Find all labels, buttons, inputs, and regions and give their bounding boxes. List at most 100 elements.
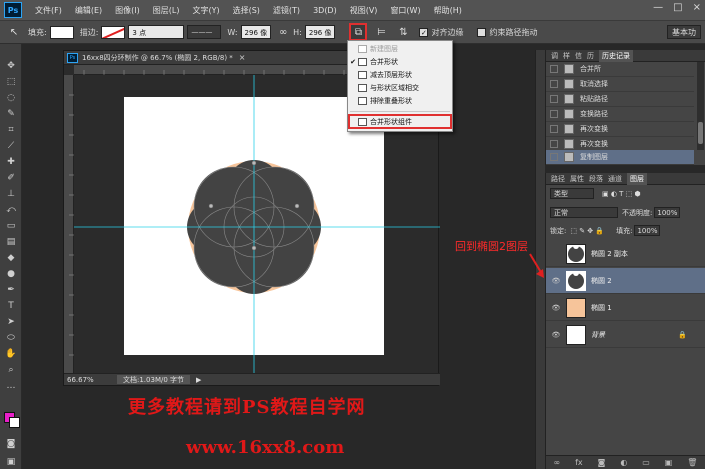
- constrain-path-checkbox[interactable]: [477, 27, 487, 37]
- minimize-button[interactable]: —: [653, 2, 663, 13]
- adjustment-layer-icon[interactable]: ◐: [620, 458, 627, 467]
- menu-item-new-layer[interactable]: 新建图层: [348, 43, 452, 55]
- menu-window[interactable]: 窗口(W): [390, 5, 420, 16]
- menu-help[interactable]: 帮助(H): [434, 5, 462, 16]
- fill-opacity-field[interactable]: 100%: [634, 225, 661, 236]
- marquee-tool-icon[interactable]: ⬚: [0, 74, 22, 90]
- menu-3d[interactable]: 3D(D): [313, 6, 337, 15]
- new-group-icon[interactable]: ▭: [642, 458, 650, 467]
- zoom-tool-icon[interactable]: ⌕: [0, 362, 22, 378]
- brush-tool-icon[interactable]: ✐: [0, 170, 22, 186]
- menu-select[interactable]: 选择(S): [233, 5, 260, 16]
- layer-row[interactable]: 椭圆 2 副本: [546, 241, 705, 267]
- hand-tool-icon[interactable]: ✋: [0, 346, 22, 362]
- layer-filter-select[interactable]: 类型: [550, 188, 594, 199]
- menu-item-subtract-front-shape[interactable]: 减去顶层形状: [348, 69, 452, 81]
- tab-styles[interactable]: 样: [563, 51, 570, 61]
- width-field[interactable]: 296 像: [240, 25, 272, 39]
- quick-mask-icon[interactable]: ◙: [0, 436, 22, 452]
- layer-name[interactable]: 椭圆 2: [591, 276, 612, 286]
- crop-tool-icon[interactable]: ⌗: [0, 122, 22, 138]
- eraser-tool-icon[interactable]: ▭: [0, 218, 22, 234]
- filter-icons[interactable]: ▣ ◐ T ⬚ ⬢: [602, 190, 641, 198]
- history-scrollbar[interactable]: [697, 62, 704, 150]
- menu-type[interactable]: 文字(Y): [192, 5, 219, 16]
- tab-paragraph[interactable]: 段落: [589, 174, 603, 184]
- clone-stamp-icon[interactable]: ⊥: [0, 186, 22, 202]
- lock-icons[interactable]: ⬚ ✎ ✥ 🔒: [570, 227, 604, 235]
- history-row[interactable]: 合并所: [546, 62, 694, 77]
- stroke-width-field[interactable]: 3 点: [128, 25, 185, 39]
- blend-mode-select[interactable]: 正常: [550, 207, 618, 218]
- trash-icon[interactable]: 🗑: [687, 458, 697, 467]
- quick-select-tool-icon[interactable]: ✎: [0, 106, 22, 122]
- stroke-swatch[interactable]: [101, 25, 126, 39]
- link-layers-icon[interactable]: ∞: [553, 458, 560, 467]
- history-row[interactable]: 粘贴路径: [546, 92, 694, 107]
- path-selection-tool-icon[interactable]: ➤: [0, 314, 22, 330]
- stroke-type-select[interactable]: ———: [187, 25, 222, 39]
- menu-item-intersect-shape-areas[interactable]: 与形状区域相交: [348, 82, 452, 94]
- healing-brush-icon[interactable]: ✚: [0, 154, 22, 170]
- tab-info[interactable]: 信: [575, 51, 582, 61]
- background-color-swatch[interactable]: [9, 417, 20, 428]
- menu-edit[interactable]: 编辑(E): [75, 5, 102, 16]
- ellipse-tool-icon[interactable]: ⬭: [0, 330, 22, 346]
- eye-icon[interactable]: 👁: [550, 331, 562, 339]
- eye-icon[interactable]: 👁: [550, 304, 562, 312]
- lasso-tool-icon[interactable]: ◌: [0, 90, 22, 106]
- tab-history-short[interactable]: 历: [587, 51, 594, 61]
- layer-row-selected[interactable]: 👁 椭圆 2: [546, 268, 705, 294]
- history-row-selected[interactable]: 复制图层: [546, 150, 694, 165]
- menu-item-combine-shapes[interactable]: ✔ 合并形状: [348, 56, 452, 68]
- align-edges-checkbox[interactable]: ✓: [419, 27, 429, 37]
- menu-file[interactable]: 文件(F): [35, 5, 62, 16]
- tab-properties[interactable]: 属性: [570, 174, 584, 184]
- tab-history[interactable]: 历史记录: [599, 49, 633, 62]
- path-select-tool-icon[interactable]: ↖: [6, 24, 22, 40]
- eyedropper-tool-icon[interactable]: ⟋: [0, 138, 22, 154]
- history-row[interactable]: 变换路径: [546, 107, 694, 122]
- history-row[interactable]: 再次变换: [546, 122, 694, 137]
- type-tool-icon[interactable]: T: [0, 298, 22, 314]
- history-row[interactable]: 取消选择: [546, 77, 694, 92]
- eye-icon[interactable]: 👁: [550, 277, 562, 285]
- maximize-button[interactable]: □: [673, 2, 682, 13]
- layer-row[interactable]: 👁 背景 🔒: [546, 322, 705, 348]
- status-menu-arrow-icon[interactable]: ▶: [196, 376, 201, 384]
- pen-tool-icon[interactable]: ✒: [0, 282, 22, 298]
- fill-swatch[interactable]: [49, 25, 74, 39]
- more-tools-icon[interactable]: …: [0, 378, 22, 394]
- link-icon[interactable]: ∞: [275, 24, 291, 40]
- height-field[interactable]: 296 像: [304, 25, 336, 39]
- fx-icon[interactable]: fx: [575, 458, 583, 467]
- layer-name[interactable]: 背景: [591, 330, 605, 340]
- document-info[interactable]: 文档:1.03M/0 字节: [117, 375, 191, 384]
- gradient-tool-icon[interactable]: ▤: [0, 234, 22, 250]
- tab-layers[interactable]: 图层: [627, 172, 647, 185]
- path-arrangement-icon[interactable]: ⇅: [395, 24, 411, 40]
- layer-name[interactable]: 椭圆 1: [591, 303, 612, 313]
- move-tool-icon[interactable]: ✥: [0, 58, 22, 74]
- close-button[interactable]: ×: [693, 2, 701, 13]
- path-operations-icon[interactable]: ⧉: [349, 23, 368, 41]
- layer-row[interactable]: 👁 椭圆 1: [546, 295, 705, 321]
- menu-layer[interactable]: 图层(L): [153, 5, 180, 16]
- layer-mask-icon[interactable]: ◙: [598, 458, 606, 467]
- new-layer-icon[interactable]: ▣: [665, 458, 673, 467]
- tab-paths[interactable]: 路径: [551, 174, 565, 184]
- menu-view[interactable]: 视图(V): [350, 5, 378, 16]
- path-alignment-icon[interactable]: ⊨: [373, 24, 389, 40]
- menu-image[interactable]: 图像(I): [115, 5, 140, 16]
- menu-filter[interactable]: 滤镜(T): [273, 5, 300, 16]
- screen-mode-icon[interactable]: ▣: [0, 454, 22, 469]
- blur-tool-icon[interactable]: ◆: [0, 250, 22, 266]
- history-brush-icon[interactable]: ⤺: [0, 202, 22, 218]
- layer-name[interactable]: 椭圆 2 副本: [591, 249, 628, 259]
- zoom-level[interactable]: 66.67%: [67, 376, 107, 384]
- dodge-tool-icon[interactable]: ●: [0, 266, 22, 282]
- opacity-field[interactable]: 100%: [654, 207, 681, 218]
- menu-item-exclude-overlapping[interactable]: 排除重叠形状: [348, 95, 452, 107]
- workspace-switcher[interactable]: 基本功: [667, 25, 701, 39]
- tab-channels[interactable]: 通道: [608, 174, 622, 184]
